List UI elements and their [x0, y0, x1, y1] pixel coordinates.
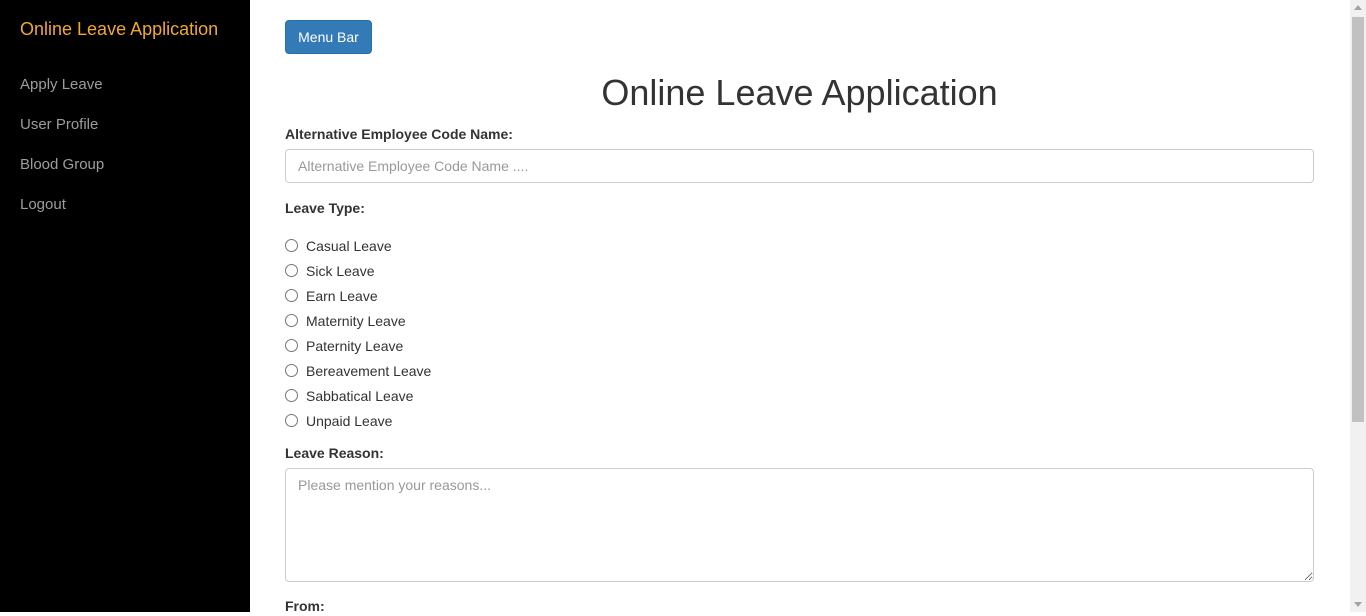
leave-type-option[interactable]: Paternity Leave	[285, 333, 431, 358]
leave-type-option-label: Maternity Leave	[306, 312, 406, 329]
leave-reason-label: Leave Reason:	[285, 445, 384, 461]
leave-type-option-label: Paternity Leave	[306, 337, 404, 354]
leave-type-option[interactable]: Unpaid Leave	[285, 408, 431, 433]
leave-reason-textarea[interactable]	[285, 468, 1314, 582]
leave-type-option[interactable]: Casual Leave	[285, 233, 431, 258]
scrollbar-thumb[interactable]	[1352, 17, 1364, 422]
sidebar-item-blood-group[interactable]: Blood Group	[20, 155, 104, 195]
maternity-leave-radio[interactable]	[285, 314, 298, 327]
leave-type-option-label: Casual Leave	[306, 237, 392, 254]
leave-type-option-label: Bereavement Leave	[306, 362, 432, 379]
leave-type-option-label: Earn Leave	[306, 287, 378, 304]
scroll-up-arrow-icon[interactable]	[1354, 5, 1362, 10]
main-content: Menu Bar Online Leave Application Altern…	[250, 0, 1350, 614]
leave-type-option-label: Sabbatical Leave	[306, 387, 414, 404]
leave-type-option-label: Sick Leave	[306, 262, 375, 279]
leave-type-option[interactable]: Maternity Leave	[285, 308, 431, 333]
sidebar-item-logout[interactable]: Logout	[20, 195, 104, 235]
scroll-down-arrow-icon[interactable]	[1354, 602, 1362, 607]
employee-code-label: Alternative Employee Code Name:	[285, 126, 513, 142]
sidebar-item-apply-leave[interactable]: Apply Leave	[20, 75, 104, 115]
sidebar: Online Leave Application Apply Leave Use…	[0, 0, 250, 612]
from-date-label: From:	[285, 598, 325, 614]
earn-leave-radio[interactable]	[285, 289, 298, 302]
sidebar-brand[interactable]: Online Leave Application	[20, 19, 218, 40]
casual-leave-radio[interactable]	[285, 239, 298, 252]
leave-type-option[interactable]: Sabbatical Leave	[285, 383, 431, 408]
paternity-leave-radio[interactable]	[285, 339, 298, 352]
sidebar-nav: Apply Leave User Profile Blood Group Log…	[20, 75, 104, 235]
bereavement-leave-radio[interactable]	[285, 364, 298, 377]
employee-code-input[interactable]	[285, 149, 1314, 183]
leave-type-option[interactable]: Earn Leave	[285, 283, 431, 308]
sidebar-item-user-profile[interactable]: User Profile	[20, 115, 104, 155]
leave-type-option[interactable]: Sick Leave	[285, 258, 431, 283]
leave-type-option[interactable]: Bereavement Leave	[285, 358, 431, 383]
unpaid-leave-radio[interactable]	[285, 414, 298, 427]
leave-type-option-label: Unpaid Leave	[306, 412, 393, 429]
leave-type-radio-group: Casual Leave Sick Leave Earn Leave Mater…	[285, 233, 431, 433]
leave-type-label: Leave Type:	[285, 200, 365, 216]
menu-bar-button[interactable]: Menu Bar	[285, 20, 372, 54]
page-title: Online Leave Application	[601, 72, 998, 113]
sick-leave-radio[interactable]	[285, 264, 298, 277]
sabbatical-leave-radio[interactable]	[285, 389, 298, 402]
page-scrollbar[interactable]	[1350, 0, 1366, 612]
